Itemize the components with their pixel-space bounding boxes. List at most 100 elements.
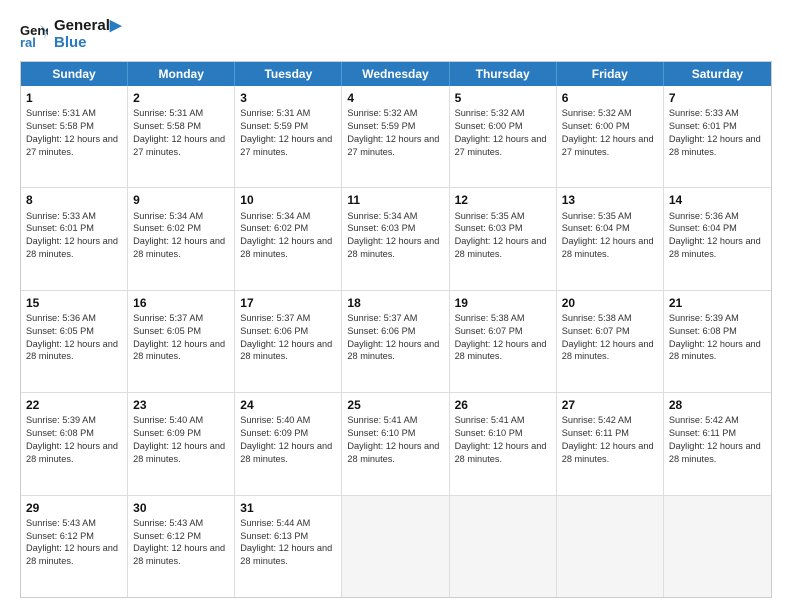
calendar-cell: 17 Sunrise: 5:37 AMSunset: 6:06 PMDaylig… (235, 291, 342, 392)
calendar-cell: 20 Sunrise: 5:38 AMSunset: 6:07 PMDaylig… (557, 291, 664, 392)
svg-text:ral: ral (20, 35, 36, 49)
cell-info: Sunrise: 5:41 AMSunset: 6:10 PMDaylight:… (347, 415, 439, 463)
day-number: 23 (133, 397, 229, 413)
calendar-cell: 1 Sunrise: 5:31 AMSunset: 5:58 PMDayligh… (21, 86, 128, 187)
day-number: 1 (26, 90, 122, 106)
weekday-header: Monday (128, 62, 235, 86)
day-number: 13 (562, 192, 658, 208)
cell-info: Sunrise: 5:37 AMSunset: 6:05 PMDaylight:… (133, 313, 225, 361)
calendar-cell (557, 496, 664, 597)
logo-text: General▶ Blue (54, 18, 121, 51)
cell-info: Sunrise: 5:34 AMSunset: 6:02 PMDaylight:… (133, 211, 225, 259)
day-number: 24 (240, 397, 336, 413)
cell-info: Sunrise: 5:34 AMSunset: 6:02 PMDaylight:… (240, 211, 332, 259)
day-number: 19 (455, 295, 551, 311)
cell-info: Sunrise: 5:31 AMSunset: 5:58 PMDaylight:… (133, 108, 225, 156)
day-number: 3 (240, 90, 336, 106)
cell-info: Sunrise: 5:39 AMSunset: 6:08 PMDaylight:… (669, 313, 761, 361)
day-number: 5 (455, 90, 551, 106)
day-number: 17 (240, 295, 336, 311)
day-number: 9 (133, 192, 229, 208)
cell-info: Sunrise: 5:43 AMSunset: 6:12 PMDaylight:… (133, 518, 225, 566)
calendar-cell: 6 Sunrise: 5:32 AMSunset: 6:00 PMDayligh… (557, 86, 664, 187)
header: Gene ral General▶ Blue (20, 18, 772, 51)
day-number: 15 (26, 295, 122, 311)
cell-info: Sunrise: 5:31 AMSunset: 5:59 PMDaylight:… (240, 108, 332, 156)
calendar-cell: 11 Sunrise: 5:34 AMSunset: 6:03 PMDaylig… (342, 188, 449, 289)
calendar-cell: 18 Sunrise: 5:37 AMSunset: 6:06 PMDaylig… (342, 291, 449, 392)
day-number: 28 (669, 397, 766, 413)
weekday-header: Wednesday (342, 62, 449, 86)
weekday-header: Thursday (450, 62, 557, 86)
calendar-cell: 26 Sunrise: 5:41 AMSunset: 6:10 PMDaylig… (450, 393, 557, 494)
calendar-cell: 31 Sunrise: 5:44 AMSunset: 6:13 PMDaylig… (235, 496, 342, 597)
calendar-cell: 13 Sunrise: 5:35 AMSunset: 6:04 PMDaylig… (557, 188, 664, 289)
day-number: 12 (455, 192, 551, 208)
calendar-cell: 29 Sunrise: 5:43 AMSunset: 6:12 PMDaylig… (21, 496, 128, 597)
day-number: 18 (347, 295, 443, 311)
cell-info: Sunrise: 5:34 AMSunset: 6:03 PMDaylight:… (347, 211, 439, 259)
calendar-row: 8 Sunrise: 5:33 AMSunset: 6:01 PMDayligh… (21, 187, 771, 289)
day-number: 8 (26, 192, 122, 208)
cell-info: Sunrise: 5:38 AMSunset: 6:07 PMDaylight:… (455, 313, 547, 361)
day-number: 6 (562, 90, 658, 106)
calendar-cell: 14 Sunrise: 5:36 AMSunset: 6:04 PMDaylig… (664, 188, 771, 289)
calendar-cell: 23 Sunrise: 5:40 AMSunset: 6:09 PMDaylig… (128, 393, 235, 494)
page: Gene ral General▶ Blue SundayMondayTuesd… (0, 0, 792, 612)
cell-info: Sunrise: 5:44 AMSunset: 6:13 PMDaylight:… (240, 518, 332, 566)
calendar-cell: 7 Sunrise: 5:33 AMSunset: 6:01 PMDayligh… (664, 86, 771, 187)
cell-info: Sunrise: 5:37 AMSunset: 6:06 PMDaylight:… (347, 313, 439, 361)
cell-info: Sunrise: 5:36 AMSunset: 6:05 PMDaylight:… (26, 313, 118, 361)
calendar-cell: 8 Sunrise: 5:33 AMSunset: 6:01 PMDayligh… (21, 188, 128, 289)
calendar-cell: 16 Sunrise: 5:37 AMSunset: 6:05 PMDaylig… (128, 291, 235, 392)
calendar-cell: 22 Sunrise: 5:39 AMSunset: 6:08 PMDaylig… (21, 393, 128, 494)
calendar-row: 29 Sunrise: 5:43 AMSunset: 6:12 PMDaylig… (21, 495, 771, 597)
day-number: 30 (133, 500, 229, 516)
logo-icon: Gene ral (20, 21, 48, 49)
cell-info: Sunrise: 5:35 AMSunset: 6:03 PMDaylight:… (455, 211, 547, 259)
day-number: 29 (26, 500, 122, 516)
day-number: 4 (347, 90, 443, 106)
calendar-cell (342, 496, 449, 597)
calendar-body: 1 Sunrise: 5:31 AMSunset: 5:58 PMDayligh… (21, 86, 771, 597)
cell-info: Sunrise: 5:33 AMSunset: 6:01 PMDaylight:… (669, 108, 761, 156)
day-number: 21 (669, 295, 766, 311)
calendar-cell: 5 Sunrise: 5:32 AMSunset: 6:00 PMDayligh… (450, 86, 557, 187)
calendar-cell: 9 Sunrise: 5:34 AMSunset: 6:02 PMDayligh… (128, 188, 235, 289)
calendar-row: 22 Sunrise: 5:39 AMSunset: 6:08 PMDaylig… (21, 392, 771, 494)
day-number: 31 (240, 500, 336, 516)
day-number: 11 (347, 192, 443, 208)
calendar-cell: 27 Sunrise: 5:42 AMSunset: 6:11 PMDaylig… (557, 393, 664, 494)
calendar-cell: 15 Sunrise: 5:36 AMSunset: 6:05 PMDaylig… (21, 291, 128, 392)
calendar: SundayMondayTuesdayWednesdayThursdayFrid… (20, 61, 772, 598)
day-number: 26 (455, 397, 551, 413)
cell-info: Sunrise: 5:38 AMSunset: 6:07 PMDaylight:… (562, 313, 654, 361)
calendar-cell: 25 Sunrise: 5:41 AMSunset: 6:10 PMDaylig… (342, 393, 449, 494)
calendar-cell (664, 496, 771, 597)
cell-info: Sunrise: 5:36 AMSunset: 6:04 PMDaylight:… (669, 211, 761, 259)
day-number: 20 (562, 295, 658, 311)
calendar-row: 1 Sunrise: 5:31 AMSunset: 5:58 PMDayligh… (21, 86, 771, 187)
day-number: 10 (240, 192, 336, 208)
weekday-header: Saturday (664, 62, 771, 86)
day-number: 16 (133, 295, 229, 311)
day-number: 27 (562, 397, 658, 413)
cell-info: Sunrise: 5:32 AMSunset: 6:00 PMDaylight:… (455, 108, 547, 156)
weekday-header: Sunday (21, 62, 128, 86)
cell-info: Sunrise: 5:41 AMSunset: 6:10 PMDaylight:… (455, 415, 547, 463)
calendar-cell: 3 Sunrise: 5:31 AMSunset: 5:59 PMDayligh… (235, 86, 342, 187)
cell-info: Sunrise: 5:33 AMSunset: 6:01 PMDaylight:… (26, 211, 118, 259)
calendar-cell: 30 Sunrise: 5:43 AMSunset: 6:12 PMDaylig… (128, 496, 235, 597)
calendar-cell: 19 Sunrise: 5:38 AMSunset: 6:07 PMDaylig… (450, 291, 557, 392)
day-number: 25 (347, 397, 443, 413)
cell-info: Sunrise: 5:40 AMSunset: 6:09 PMDaylight:… (133, 415, 225, 463)
cell-info: Sunrise: 5:32 AMSunset: 5:59 PMDaylight:… (347, 108, 439, 156)
cell-info: Sunrise: 5:42 AMSunset: 6:11 PMDaylight:… (669, 415, 761, 463)
weekday-header: Tuesday (235, 62, 342, 86)
cell-info: Sunrise: 5:31 AMSunset: 5:58 PMDaylight:… (26, 108, 118, 156)
cell-info: Sunrise: 5:39 AMSunset: 6:08 PMDaylight:… (26, 415, 118, 463)
day-number: 2 (133, 90, 229, 106)
calendar-cell: 10 Sunrise: 5:34 AMSunset: 6:02 PMDaylig… (235, 188, 342, 289)
cell-info: Sunrise: 5:40 AMSunset: 6:09 PMDaylight:… (240, 415, 332, 463)
calendar-cell: 21 Sunrise: 5:39 AMSunset: 6:08 PMDaylig… (664, 291, 771, 392)
